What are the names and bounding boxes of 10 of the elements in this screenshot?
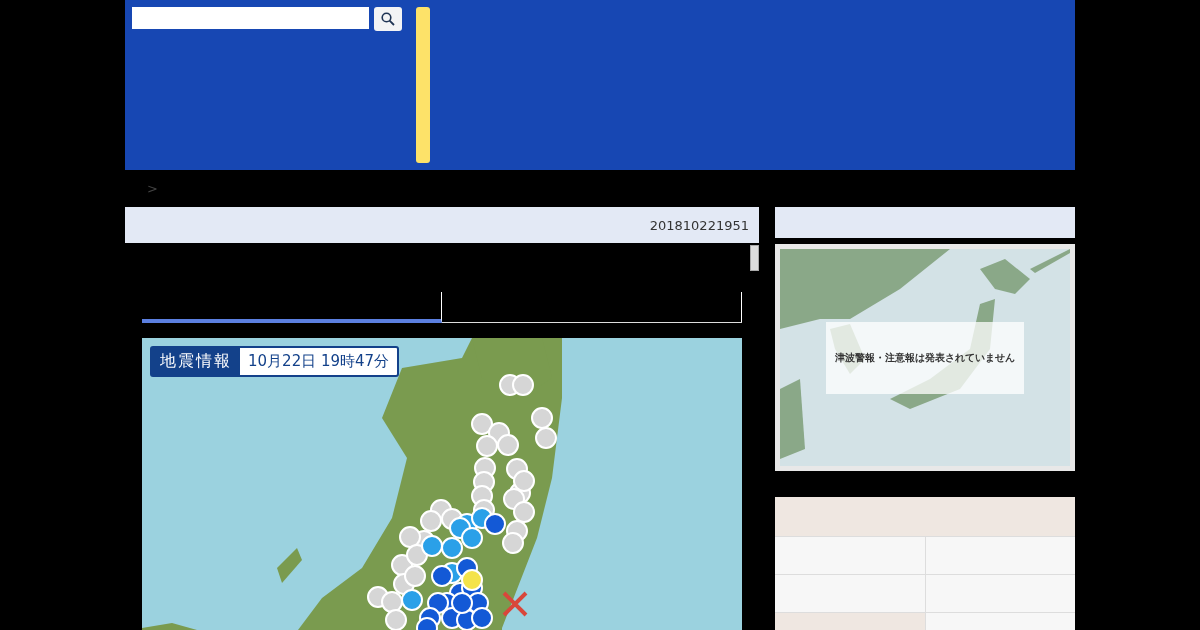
search-field[interactable] (132, 7, 369, 29)
map-timestamp: 10月22日 19時47分 (247, 351, 391, 372)
tsunami-message: 津波警報・注意報は発表されていません (826, 322, 1024, 394)
search-icon (381, 12, 395, 26)
scroll-thumb[interactable] (750, 245, 759, 271)
report-id: 201810221951 (649, 217, 749, 233)
search-button[interactable] (374, 7, 402, 31)
map-title: 地震情報 (152, 348, 240, 375)
breadcrumb-separator: > (147, 181, 158, 196)
tab[interactable] (142, 292, 442, 323)
